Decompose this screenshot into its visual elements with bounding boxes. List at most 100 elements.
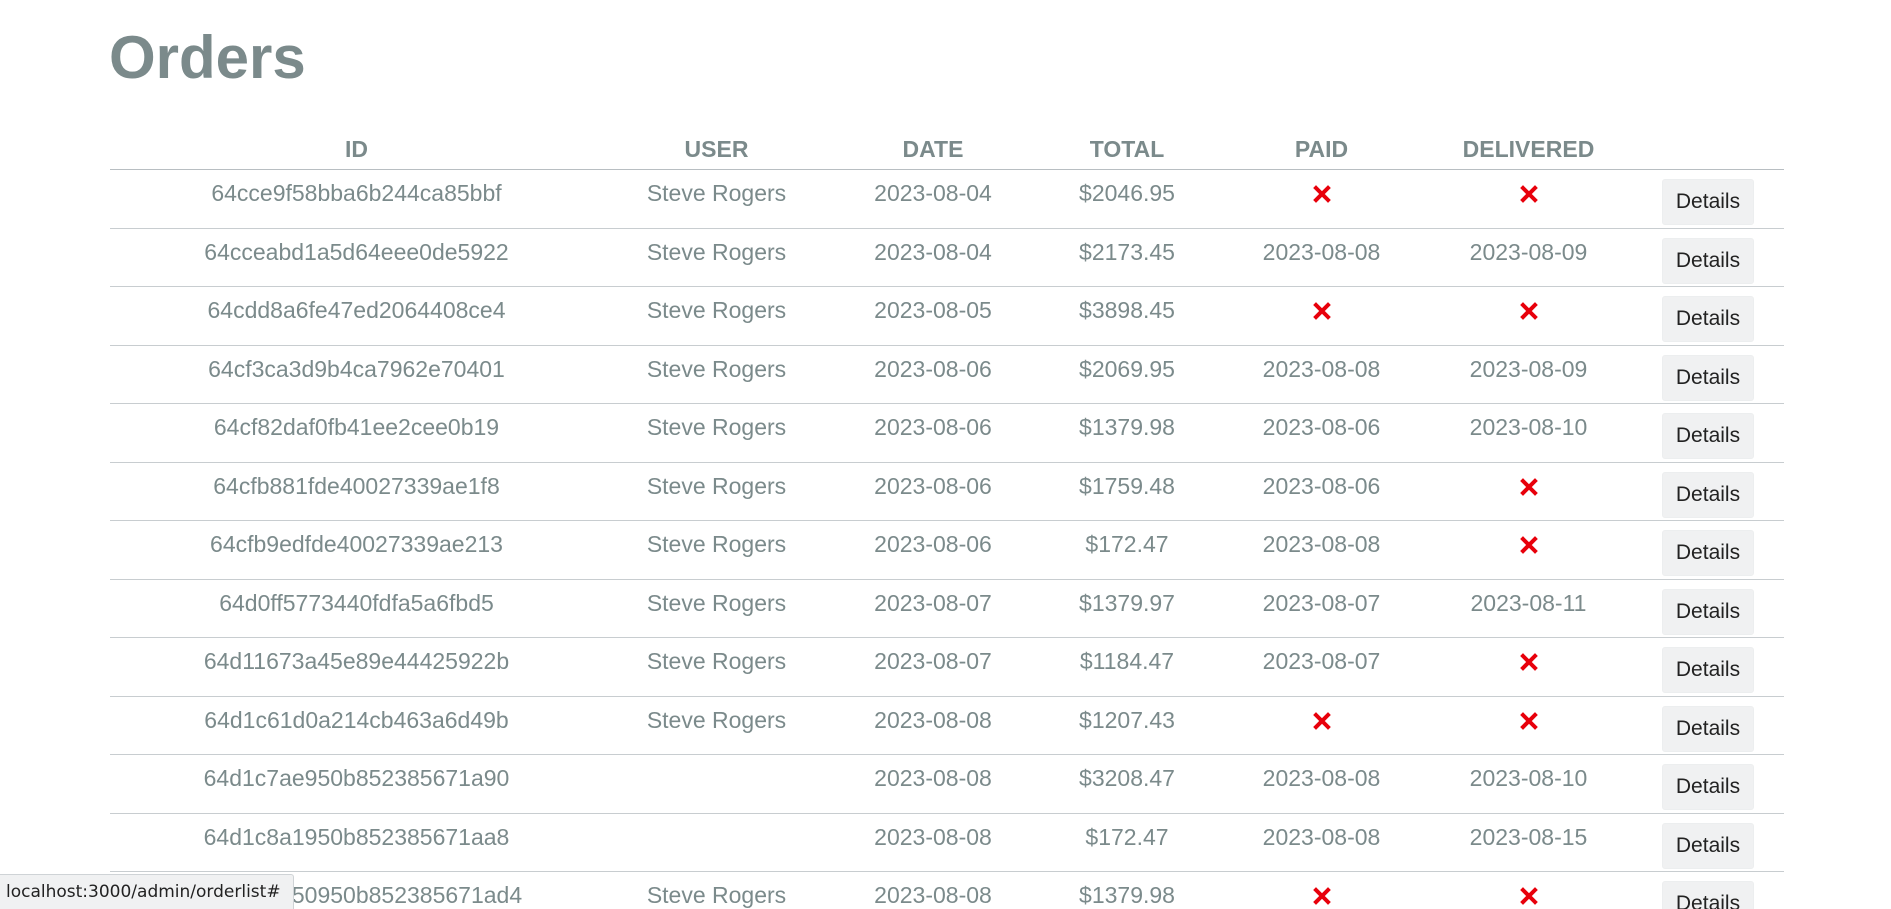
- order-user-cell: Steve Rogers: [603, 462, 830, 521]
- table-row: 64cceabd1a5d64eee0de5922 Steve Rogers 2023…: [110, 228, 1784, 287]
- order-paid-cell: 2023-08-08: [1218, 813, 1425, 872]
- details-button[interactable]: Details: [1661, 413, 1755, 459]
- order-actions-cell: Details: [1632, 462, 1784, 521]
- table-row: 64cf3ca3d9b4ca7962e70401 Steve Rogers 2023…: [110, 345, 1784, 404]
- order-total-cell: $2069.95: [1036, 345, 1218, 404]
- order-delivered-cell: [1425, 169, 1632, 229]
- order-id-cell: 64d1c7ae950b852385671a90: [110, 754, 603, 814]
- table-row: 64d11673a45e89e44425922b Steve Rogers 2023…: [110, 637, 1784, 697]
- order-user-cell: Steve Rogers: [603, 345, 830, 404]
- details-button[interactable]: Details: [1661, 179, 1755, 225]
- order-total-cell: $172.47: [1036, 520, 1218, 580]
- details-button[interactable]: Details: [1661, 296, 1755, 342]
- details-button[interactable]: Details: [1661, 354, 1755, 401]
- details-button[interactable]: Details: [1661, 822, 1755, 869]
- order-user-cell: Steve Rogers: [603, 871, 830, 909]
- order-delivered-cell: 2023-08-10: [1425, 403, 1632, 463]
- table-row: 64cce9f58bba6b244ca85bbf Steve Rogers 2023…: [110, 169, 1784, 229]
- details-button[interactable]: Details: [1661, 764, 1755, 810]
- details-button[interactable]: Details: [1661, 530, 1755, 576]
- details-button[interactable]: Details: [1661, 705, 1755, 752]
- order-id-cell: 64cceabd1a5d64eee0de5922: [110, 228, 603, 287]
- order-total-cell: $2046.95: [1036, 169, 1218, 229]
- order-id-cell: 64cf82daf0fb41ee2cee0b19: [110, 403, 603, 463]
- order-date-cell: 2023-08-07: [830, 637, 1036, 697]
- order-actions-cell: Details: [1632, 871, 1784, 909]
- details-button[interactable]: Details: [1661, 237, 1755, 284]
- table-row: 64d1c61d0a214cb463a6d49b Steve Rogers 2023…: [110, 696, 1784, 755]
- order-total-cell: $3208.47: [1036, 754, 1218, 814]
- order-user-cell: Steve Rogers: [603, 286, 830, 346]
- order-id-cell: 64d1c61d0a214cb463a6d49b: [110, 696, 603, 755]
- column-header-user: USER: [603, 130, 830, 170]
- order-user-cell: [603, 813, 830, 872]
- details-button[interactable]: Details: [1661, 588, 1755, 635]
- order-date-cell: 2023-08-08: [830, 813, 1036, 872]
- x-icon: [1312, 302, 1331, 320]
- order-date-cell: 2023-08-06: [830, 345, 1036, 404]
- order-paid-cell: 2023-08-08: [1218, 228, 1425, 287]
- browser-status-bar: localhost:3000/admin/orderlist#: [0, 874, 294, 909]
- order-user-cell: Steve Rogers: [603, 169, 830, 229]
- order-total-cell: $1379.98: [1036, 871, 1218, 909]
- details-button[interactable]: Details: [1661, 471, 1755, 518]
- order-actions-cell: Details: [1632, 637, 1784, 697]
- order-total-cell: $1379.97: [1036, 579, 1218, 638]
- order-date-cell: 2023-08-08: [830, 754, 1036, 814]
- orders-table-container: ID USER DATE TOTAL PAID DELIVERED 64cce9…: [110, 130, 1784, 909]
- table-row: 64cfb881fde40027339ae1f8 Steve Rogers 2023…: [110, 462, 1784, 521]
- order-id-cell: 64cce9f58bba6b244ca85bbf: [110, 169, 603, 229]
- order-actions-cell: Details: [1632, 286, 1784, 346]
- order-id-cell: 64d11673a45e89e44425922b: [110, 637, 603, 697]
- orders-table: ID USER DATE TOTAL PAID DELIVERED 64cce9…: [110, 130, 1784, 909]
- order-paid-cell: 2023-08-08: [1218, 345, 1425, 404]
- order-actions-cell: Details: [1632, 579, 1784, 638]
- order-paid-cell: [1218, 286, 1425, 346]
- order-paid-cell: 2023-08-06: [1218, 403, 1425, 463]
- order-user-cell: Steve Rogers: [603, 520, 830, 580]
- table-row: 64cf82daf0fb41ee2cee0b19 Steve Rogers 2023…: [110, 403, 1784, 463]
- order-date-cell: 2023-08-04: [830, 169, 1036, 229]
- order-actions-cell: Details: [1632, 228, 1784, 287]
- x-icon: [1312, 185, 1331, 203]
- order-user-cell: Steve Rogers: [603, 696, 830, 755]
- order-total-cell: $3898.45: [1036, 286, 1218, 346]
- table-row: 64cdd8a6fe47ed2064408ce4 Steve Rogers 2023…: [110, 286, 1784, 346]
- x-icon: [1519, 887, 1538, 905]
- order-user-cell: Steve Rogers: [603, 228, 830, 287]
- order-actions-cell: Details: [1632, 169, 1784, 229]
- order-date-cell: 2023-08-08: [830, 871, 1036, 909]
- column-header-total: TOTAL: [1036, 130, 1218, 170]
- order-delivered-cell: 2023-08-09: [1425, 228, 1632, 287]
- order-id-cell: 64cfb9edfde40027339ae213: [110, 520, 603, 580]
- x-icon: [1312, 711, 1331, 730]
- table-header-row: ID USER DATE TOTAL PAID DELIVERED: [110, 130, 1784, 170]
- order-user-cell: [603, 754, 830, 814]
- details-button[interactable]: Details: [1661, 881, 1755, 909]
- order-date-cell: 2023-08-08: [830, 696, 1036, 755]
- column-header-date: DATE: [830, 130, 1036, 170]
- order-delivered-cell: [1425, 286, 1632, 346]
- order-total-cell: $1379.98: [1036, 403, 1218, 463]
- details-button[interactable]: Details: [1661, 647, 1755, 693]
- order-user-cell: Steve Rogers: [603, 403, 830, 463]
- table-row: 64cfb9edfde40027339ae213 Steve Rogers 2023…: [110, 520, 1784, 580]
- order-user-cell: Steve Rogers: [603, 579, 830, 638]
- order-user-cell: Steve Rogers: [603, 637, 830, 697]
- order-total-cell: $1759.48: [1036, 462, 1218, 521]
- column-header-id: ID: [110, 130, 603, 170]
- order-date-cell: 2023-08-07: [830, 579, 1036, 638]
- order-paid-cell: 2023-08-07: [1218, 637, 1425, 697]
- order-total-cell: $1184.47: [1036, 637, 1218, 697]
- order-actions-cell: Details: [1632, 403, 1784, 463]
- x-icon: [1312, 887, 1331, 905]
- table-row: 64d0ff5773440fdfa5a6fbd5 Steve Rogers 2023…: [110, 579, 1784, 638]
- order-date-cell: 2023-08-04: [830, 228, 1036, 287]
- page-title: Orders: [109, 24, 306, 91]
- order-id-cell: 64cdd8a6fe47ed2064408ce4: [110, 286, 603, 346]
- order-id-cell: 64cf3ca3d9b4ca7962e70401: [110, 345, 603, 404]
- orders-page: Orders ID USER DATE TOTAL PAID DELIVERED…: [0, 0, 1891, 909]
- order-date-cell: 2023-08-06: [830, 520, 1036, 580]
- order-paid-cell: [1218, 696, 1425, 755]
- order-total-cell: $172.47: [1036, 813, 1218, 872]
